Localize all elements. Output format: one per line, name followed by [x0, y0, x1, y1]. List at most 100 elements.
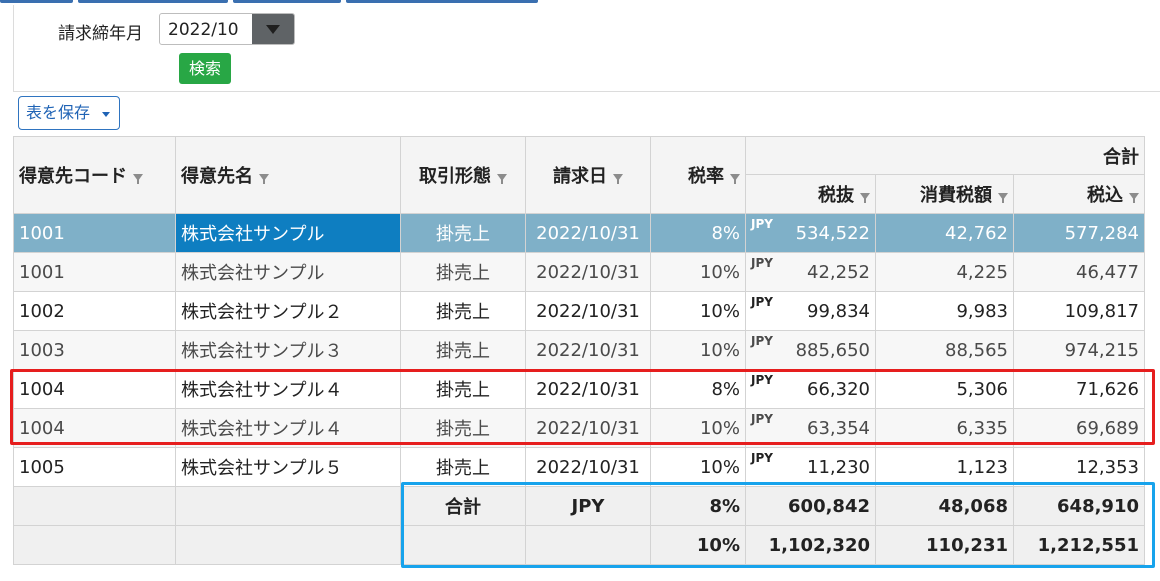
- cell-tax[interactable]: 1,123: [875, 447, 1014, 487]
- table-row[interactable]: 1001 株式会社サンプル 掛売上 2022/10/31 10% JPY 42,252 4,2…: [13, 252, 1145, 292]
- cell-excl-value: 885,650: [795, 339, 870, 361]
- filter-icon[interactable]: [613, 173, 623, 184]
- cell-type[interactable]: 掛売上: [400, 213, 526, 253]
- table-row[interactable]: 1005 株式会社サンプル５ 掛売上 2022/10/31 10% JPY 11,230 1,…: [13, 447, 1145, 487]
- filter-icon[interactable]: [860, 192, 870, 203]
- cell-incl[interactable]: 46,477: [1013, 252, 1145, 292]
- cell-excl-value: 534,522: [795, 222, 870, 244]
- total-empty-cell: [13, 525, 176, 565]
- table-row[interactable]: 1001 株式会社サンプル 掛売上 2022/10/31 8% JPY 534,522 42,…: [13, 213, 1145, 253]
- cell-type[interactable]: 掛売上: [400, 447, 526, 487]
- cell-code[interactable]: 1003: [13, 330, 176, 370]
- cell-tax[interactable]: 6,335: [875, 408, 1014, 448]
- filter-icon[interactable]: [259, 173, 269, 184]
- total-label: [400, 525, 526, 565]
- filter-icon[interactable]: [1129, 192, 1139, 203]
- col-group-total: 合計: [745, 136, 1145, 175]
- cell-date[interactable]: 2022/10/31: [525, 252, 651, 292]
- save-table-button[interactable]: 表を保存: [18, 96, 120, 130]
- filter-icon[interactable]: [998, 192, 1008, 203]
- col-header-code[interactable]: 得意先コード: [13, 136, 176, 214]
- tab-indicator[interactable]: [0, 0, 73, 3]
- col-header-tax[interactable]: 消費税額: [875, 174, 1014, 214]
- col-header-excl[interactable]: 税抜: [745, 174, 876, 214]
- cell-tax[interactable]: 9,983: [875, 291, 1014, 331]
- cell-name[interactable]: 株式会社サンプル５: [175, 447, 401, 487]
- col-header-name-label: 得意先名: [181, 166, 253, 187]
- cell-type[interactable]: 掛売上: [400, 252, 526, 292]
- currency-label: JPY: [751, 255, 773, 270]
- cell-incl[interactable]: 109,817: [1013, 291, 1145, 331]
- filter-icon[interactable]: [730, 173, 740, 184]
- cell-code[interactable]: 1005: [13, 447, 176, 487]
- cell-type[interactable]: 掛売上: [400, 408, 526, 448]
- tab-indicator[interactable]: [346, 0, 538, 3]
- cell-excl[interactable]: JPY 534,522: [745, 213, 876, 253]
- cell-name[interactable]: 株式会社サンプル４: [175, 369, 401, 409]
- cell-name[interactable]: 株式会社サンプル３: [175, 330, 401, 370]
- cell-incl[interactable]: 12,353: [1013, 447, 1145, 487]
- total-empty-cell: [175, 525, 401, 565]
- cell-rate[interactable]: 10%: [650, 408, 746, 448]
- cell-excl[interactable]: JPY 885,650: [745, 330, 876, 370]
- col-header-name[interactable]: 得意先名: [175, 136, 401, 214]
- cell-incl[interactable]: 69,689: [1013, 408, 1145, 448]
- col-header-date[interactable]: 請求日: [525, 136, 651, 214]
- cell-incl[interactable]: 71,626: [1013, 369, 1145, 409]
- tab-indicator[interactable]: [78, 0, 228, 3]
- tab-indicator[interactable]: [233, 0, 341, 3]
- cell-rate[interactable]: 8%: [650, 369, 746, 409]
- currency-label: JPY: [751, 216, 773, 231]
- cell-code[interactable]: 1001: [13, 213, 176, 253]
- cell-type[interactable]: 掛売上: [400, 369, 526, 409]
- cell-rate[interactable]: 10%: [650, 330, 746, 370]
- cell-excl[interactable]: JPY 11,230: [745, 447, 876, 487]
- cell-excl[interactable]: JPY 66,320: [745, 369, 876, 409]
- cell-name[interactable]: 株式会社サンプル: [175, 213, 401, 253]
- cell-excl[interactable]: JPY 99,834: [745, 291, 876, 331]
- filter-icon[interactable]: [497, 173, 507, 184]
- cell-name[interactable]: 株式会社サンプル２: [175, 291, 401, 331]
- table-row[interactable]: 1004 株式会社サンプル４ 掛売上 2022/10/31 8% JPY 66,320 5,3…: [13, 369, 1145, 409]
- table-row[interactable]: 1002 株式会社サンプル２ 掛売上 2022/10/31 10% JPY 99,834 9,…: [13, 291, 1145, 331]
- col-header-incl[interactable]: 税込: [1013, 174, 1145, 214]
- cell-type[interactable]: 掛売上: [400, 330, 526, 370]
- search-button[interactable]: 検索: [179, 53, 231, 84]
- dropdown-button[interactable]: [252, 14, 294, 44]
- currency-label: JPY: [751, 333, 773, 348]
- col-header-rate[interactable]: 税率: [650, 136, 746, 214]
- total-currency: JPY: [525, 486, 651, 526]
- cell-date[interactable]: 2022/10/31: [525, 447, 651, 487]
- cell-name[interactable]: 株式会社サンプル: [175, 252, 401, 292]
- table-row[interactable]: 1003 株式会社サンプル３ 掛売上 2022/10/31 10% JPY 885,650 8…: [13, 330, 1145, 370]
- cell-tax[interactable]: 5,306: [875, 369, 1014, 409]
- cell-code[interactable]: 1002: [13, 291, 176, 331]
- cell-rate[interactable]: 10%: [650, 291, 746, 331]
- cell-code[interactable]: 1001: [13, 252, 176, 292]
- cell-date[interactable]: 2022/10/31: [525, 330, 651, 370]
- cell-rate[interactable]: 8%: [650, 213, 746, 253]
- cell-excl[interactable]: JPY 63,354: [745, 408, 876, 448]
- col-header-type[interactable]: 取引形態: [400, 136, 526, 214]
- cell-tax[interactable]: 4,225: [875, 252, 1014, 292]
- table-row[interactable]: 1004 株式会社サンプル４ 掛売上 2022/10/31 10% JPY 63,354 6,…: [13, 408, 1145, 448]
- filter-icon[interactable]: [133, 173, 143, 184]
- cell-incl[interactable]: 974,215: [1013, 330, 1145, 370]
- cell-tax[interactable]: 42,762: [875, 213, 1014, 253]
- cell-excl[interactable]: JPY 42,252: [745, 252, 876, 292]
- total-tax: 48,068: [875, 486, 1014, 526]
- cell-incl[interactable]: 577,284: [1013, 213, 1145, 253]
- currency-label: JPY: [751, 294, 773, 309]
- cell-date[interactable]: 2022/10/31: [525, 291, 651, 331]
- cell-rate[interactable]: 10%: [650, 252, 746, 292]
- cell-name[interactable]: 株式会社サンプル４: [175, 408, 401, 448]
- cell-code[interactable]: 1004: [13, 408, 176, 448]
- cell-rate[interactable]: 10%: [650, 447, 746, 487]
- cell-date[interactable]: 2022/10/31: [525, 408, 651, 448]
- billing-month-select[interactable]: 2022/10: [159, 13, 295, 45]
- cell-date[interactable]: 2022/10/31: [525, 369, 651, 409]
- cell-date[interactable]: 2022/10/31: [525, 213, 651, 253]
- cell-code[interactable]: 1004: [13, 369, 176, 409]
- cell-tax[interactable]: 88,565: [875, 330, 1014, 370]
- cell-type[interactable]: 掛売上: [400, 291, 526, 331]
